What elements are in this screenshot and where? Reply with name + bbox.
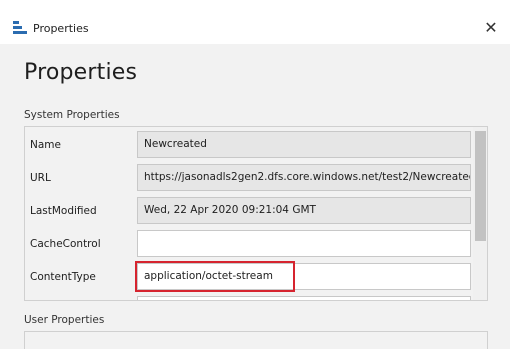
property-row-url: URL https://jasonadls2gen2.dfs.core.wind… xyxy=(25,162,472,195)
property-value-lastmodified: Wed, 22 Apr 2020 09:21:04 GMT xyxy=(137,197,471,224)
highlight-box xyxy=(135,261,295,292)
user-properties-label: User Properties xyxy=(24,314,105,326)
title-bar: Properties ✕ xyxy=(0,0,510,44)
system-properties-grid: Name Newcreated URL https://jasonadls2ge… xyxy=(24,126,488,301)
window-title: Properties xyxy=(33,22,89,35)
property-row-name: Name Newcreated xyxy=(25,129,472,162)
property-row-cachecontrol: CacheControl xyxy=(25,228,472,261)
property-name: Name xyxy=(30,139,61,151)
vertical-scrollbar[interactable] xyxy=(473,127,487,300)
properties-dialog: Properties System Properties Name Newcre… xyxy=(0,44,510,349)
property-name: ContentType xyxy=(30,271,96,283)
user-properties-grid xyxy=(24,331,488,349)
storage-explorer-icon xyxy=(13,21,27,34)
system-properties-label: System Properties xyxy=(24,109,120,121)
property-value-url: https://jasonadls2gen2.dfs.core.windows.… xyxy=(137,164,471,191)
property-name: URL xyxy=(30,172,51,184)
scrollbar-thumb[interactable] xyxy=(475,131,486,241)
property-row-contenttype: ContentType application/octet-stream xyxy=(25,261,472,294)
property-name: CacheControl xyxy=(30,238,101,250)
page-title: Properties xyxy=(24,60,138,85)
cachecontrol-input[interactable] xyxy=(137,230,471,257)
property-row-lastmodified: LastModified Wed, 22 Apr 2020 09:21:04 G… xyxy=(25,195,472,228)
property-row-partial xyxy=(25,294,472,300)
property-name: LastModified xyxy=(30,205,97,217)
close-button[interactable]: ✕ xyxy=(480,17,502,39)
property-value-partial[interactable] xyxy=(137,296,471,300)
property-value-name: Newcreated xyxy=(137,131,471,158)
